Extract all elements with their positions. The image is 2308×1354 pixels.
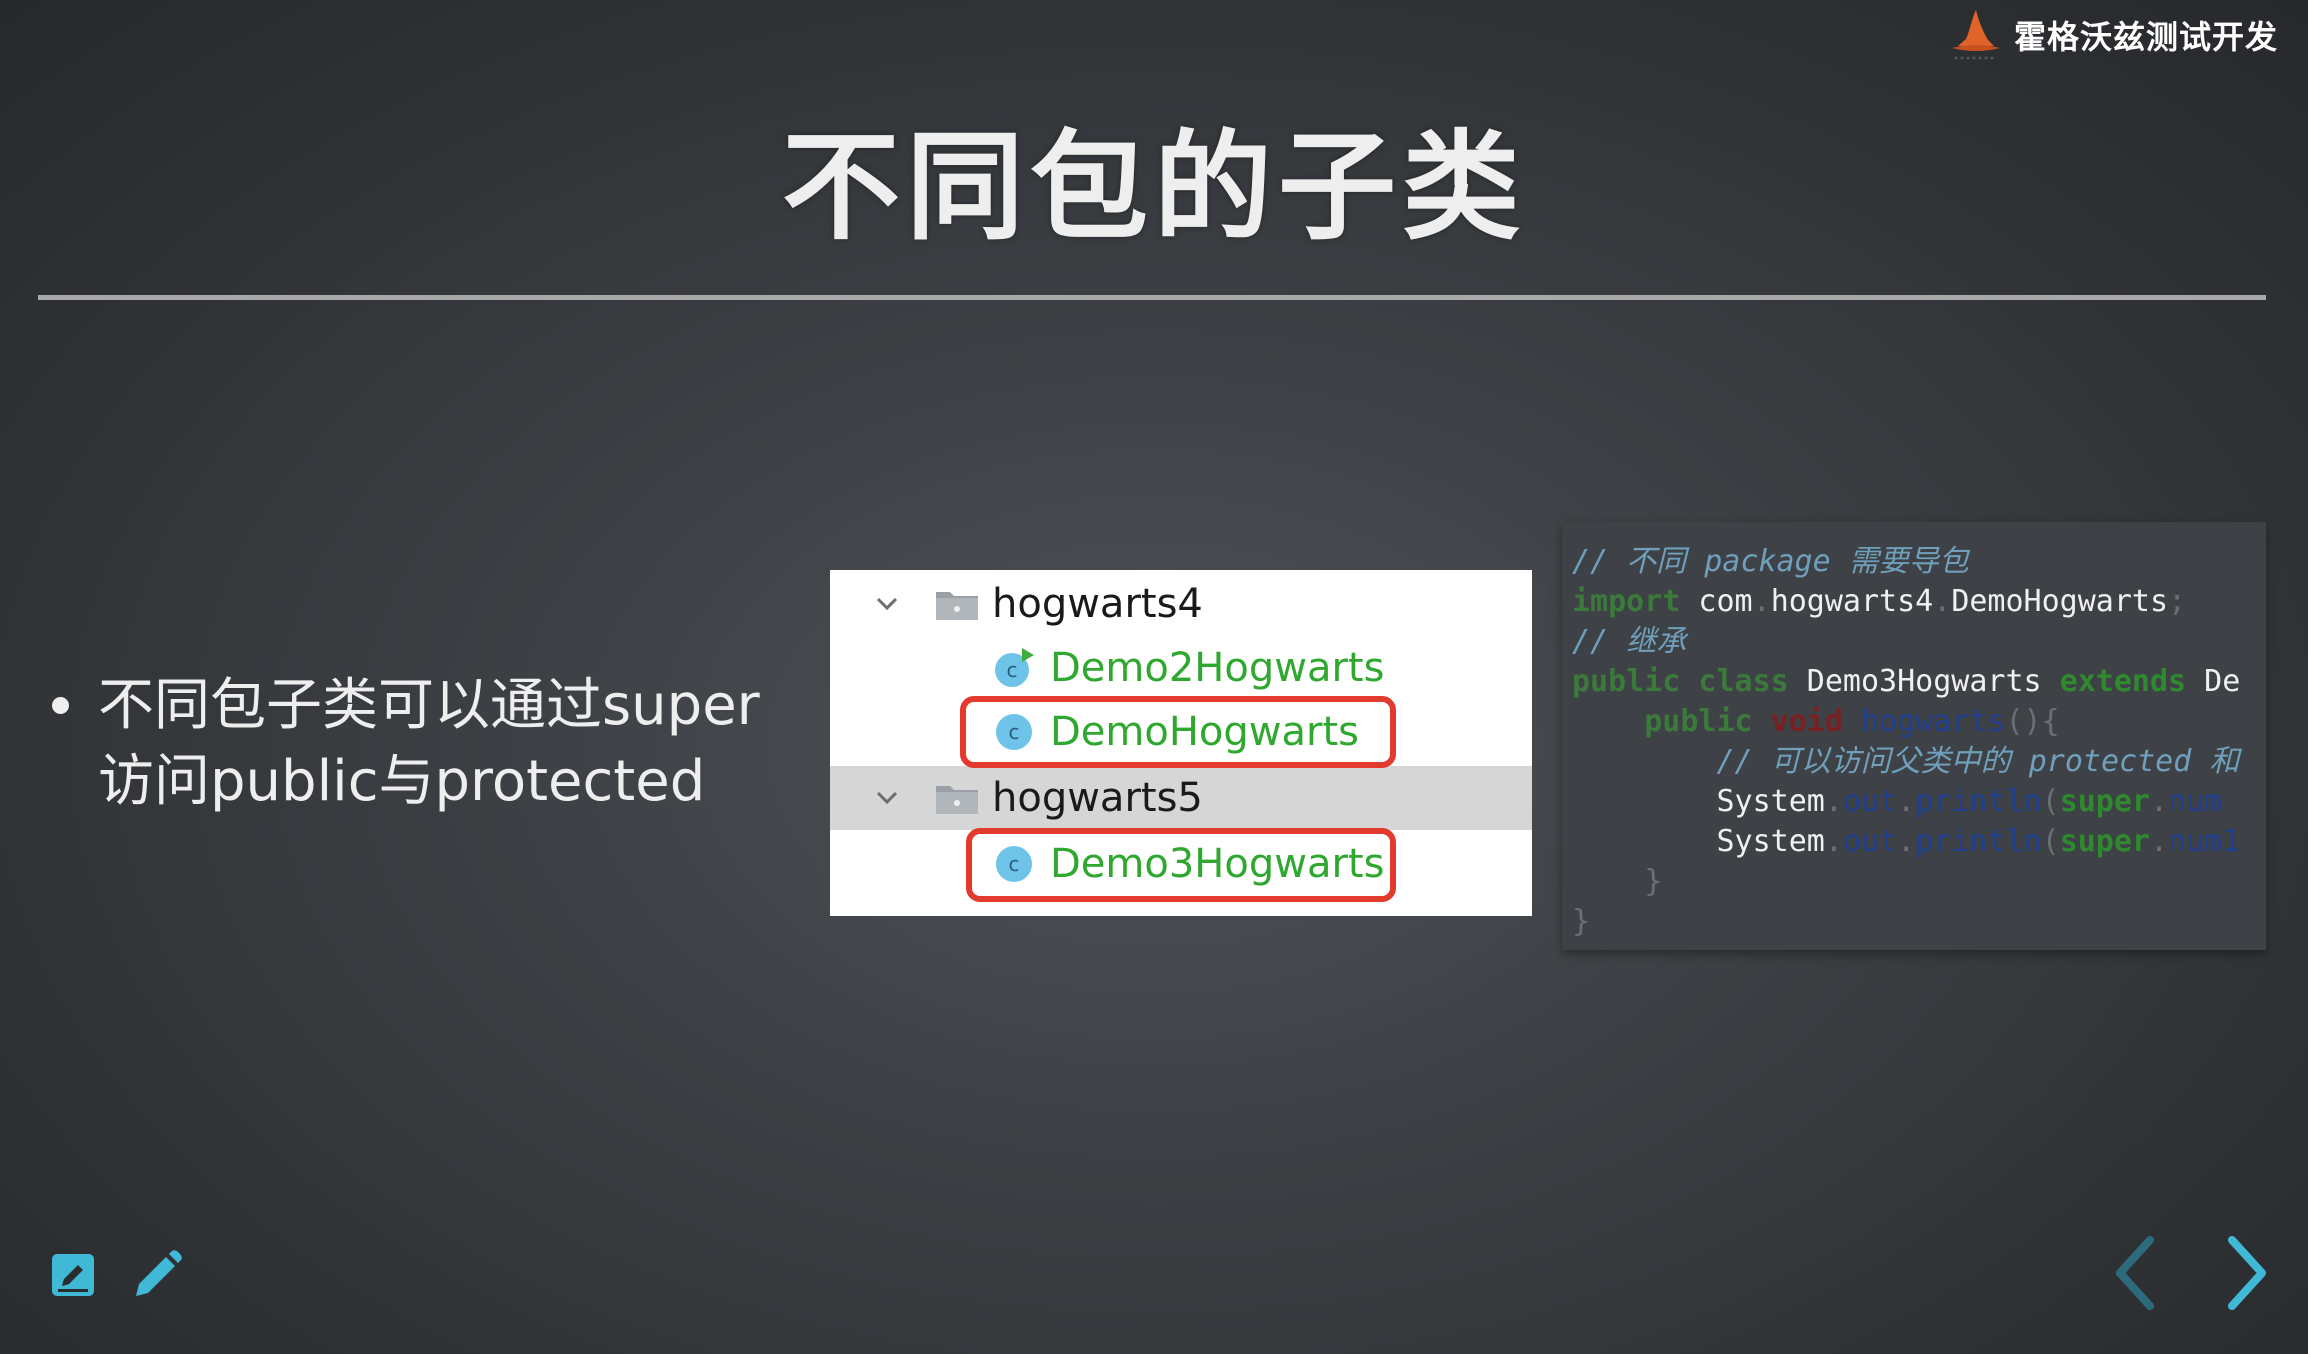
wizard-hat-icon: [1951, 10, 2000, 60]
code-token: .: [1897, 784, 1916, 819]
code-token: }: [1572, 904, 1591, 939]
code-token: DemoHogwarts: [1951, 584, 2169, 619]
code-lines: // 不同 package 需要导包 import com.hogwarts4.D…: [1572, 542, 2240, 942]
tree-row-package-hogwarts4: hogwarts4: [830, 572, 1532, 636]
highlight-box-demohogwarts: [960, 696, 1396, 768]
code-token: com: [1680, 584, 1753, 619]
code-token: // 可以访问父类中的 protected 和: [1572, 744, 2240, 779]
code-line: import com.hogwarts4.DemoHogwarts;: [1572, 582, 2240, 622]
code-token: (: [2041, 824, 2060, 859]
code-token: Demo3Hogwarts: [1788, 664, 2060, 699]
highlight-box-demo3hogwarts: [966, 828, 1396, 902]
bullet-item: 不同包子类可以通过super 访问public与protected: [50, 668, 790, 820]
code-token: // 继承: [1572, 624, 1687, 659]
code-token: .: [1933, 584, 1952, 619]
code-token: println: [1915, 824, 2042, 859]
code-token: System: [1572, 784, 1825, 819]
code-token: hogwarts4: [1770, 584, 1934, 619]
code-token: (){: [2005, 704, 2060, 739]
code-line: }: [1572, 862, 2240, 902]
code-token: // 不同 package 需要导包: [1572, 544, 1969, 579]
code-token: ;: [2168, 584, 2187, 619]
code-token: import: [1572, 584, 1681, 619]
code-line: // 继承: [1572, 622, 2240, 662]
code-token: extends: [2059, 664, 2187, 699]
runnable-class-icon: c: [995, 648, 1034, 687]
code-line: System.out.println(super.num: [1572, 782, 2240, 822]
bullet-line-2: 访问public与protected: [98, 749, 706, 814]
code-token: num: [2168, 784, 2223, 819]
code-token: super: [2059, 824, 2150, 859]
title-divider: [38, 295, 2266, 300]
next-slide-arrow-icon[interactable]: [2222, 1234, 2274, 1312]
slide-title: 不同包的子类: [781, 118, 1526, 256]
pencil-icon[interactable]: [128, 1248, 184, 1304]
svg-text:c: c: [1007, 658, 1018, 682]
code-snippet-panel: // 不同 package 需要导包 import com.hogwarts4.D…: [1562, 522, 2266, 950]
tree-row-package-hogwarts5: hogwarts5: [830, 766, 1532, 830]
bullet-list: 不同包子类可以通过super 访问public与protected: [50, 668, 790, 820]
package-folder-icon: [936, 592, 978, 620]
code-token: public class: [1572, 664, 1789, 699]
code-token: println: [1915, 784, 2042, 819]
code-token: (: [2041, 784, 2060, 819]
code-token: super: [2059, 784, 2150, 819]
code-token: .: [2150, 784, 2169, 819]
edit-note-icon[interactable]: [50, 1252, 96, 1298]
package-folder-icon: [936, 786, 978, 814]
code-token: System: [1572, 824, 1825, 859]
tree-row-label: hogwarts4: [992, 581, 1203, 627]
code-token: out: [1842, 824, 1898, 859]
bullet-line-1: 不同包子类可以通过super: [98, 673, 760, 738]
code-token: void: [1752, 704, 1843, 739]
chevron-down-icon: [876, 791, 898, 805]
code-token: out: [1842, 784, 1898, 819]
code-line: // 不同 package 需要导包: [1572, 542, 2240, 582]
brand-logo-area: 霍格沃兹测试开发: [1948, 6, 2278, 64]
code-token: num1: [2168, 824, 2241, 859]
code-token: De: [2186, 664, 2241, 699]
brand-name: 霍格沃兹测试开发: [2013, 18, 2278, 56]
code-line: // 可以访问父类中的 protected 和: [1572, 742, 2240, 782]
chevron-down-icon: [876, 597, 898, 611]
bullet-dot-icon: [52, 697, 69, 714]
code-line: public class Demo3Hogwarts extends De: [1572, 662, 2240, 702]
code-token: .: [1824, 824, 1843, 859]
tree-row-class-demo2hogwarts: c Demo2Hogwarts: [830, 636, 1532, 700]
code-line: }: [1572, 902, 2240, 942]
tree-row-label: hogwarts5: [992, 775, 1203, 821]
code-token: }: [1572, 864, 1663, 899]
code-line: System.out.println(super.num1: [1572, 822, 2240, 862]
code-token: .: [1824, 784, 1843, 819]
code-token: .: [2150, 824, 2169, 859]
code-token: .: [1897, 824, 1916, 859]
prev-slide-arrow-icon[interactable]: [2108, 1234, 2160, 1312]
code-token: .: [1752, 584, 1771, 619]
tree-row-label: Demo2Hogwarts: [1050, 645, 1385, 691]
code-token: hogwarts: [1842, 704, 2006, 739]
project-tree-screenshot: hogwarts4 c Demo2Hogwarts c DemoHogwarts…: [830, 570, 1532, 916]
code-token: public: [1572, 704, 1753, 739]
code-line: public void hogwarts(){: [1572, 702, 2240, 742]
